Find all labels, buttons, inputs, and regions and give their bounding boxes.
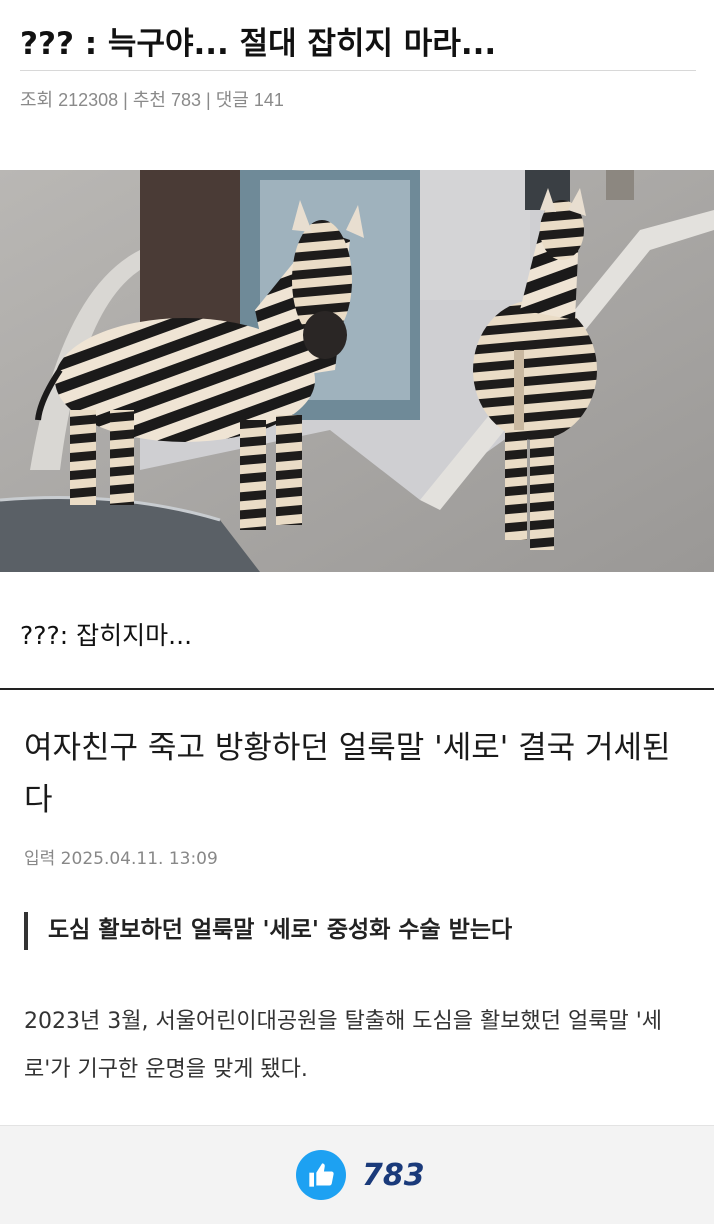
title-divider: [20, 70, 696, 71]
article-body: 2023년 3월, 서울어린이대공원을 탈출해 도심을 활보했던 얼룩말 '세로…: [24, 1009, 662, 1082]
post-caption: ???: 잡히지마...: [20, 621, 193, 650]
thumbs-up-icon: [309, 1163, 334, 1187]
zebra-photo[interactable]: [0, 170, 714, 572]
like-bar: 783: [0, 1125, 714, 1224]
section-divider: [0, 688, 714, 690]
post-meta: 조회 212308 | 추천 783 | 댓글 141: [20, 90, 284, 110]
article-subhead: 도심 활보하던 얼룩말 '세로' 중성화 수술 받는다: [24, 912, 512, 950]
like-count: 783: [362, 1158, 425, 1193]
like-button[interactable]: [296, 1150, 346, 1200]
article-headline: 여자친구 죽고 방황하던 얼룩말 '세로' 결국 거세된다: [24, 730, 671, 818]
post-title: ??? : 늑구야... 절대 잡히지 마라...: [20, 26, 497, 62]
article-date: 입력 2025.04.11. 13:09: [24, 849, 218, 869]
